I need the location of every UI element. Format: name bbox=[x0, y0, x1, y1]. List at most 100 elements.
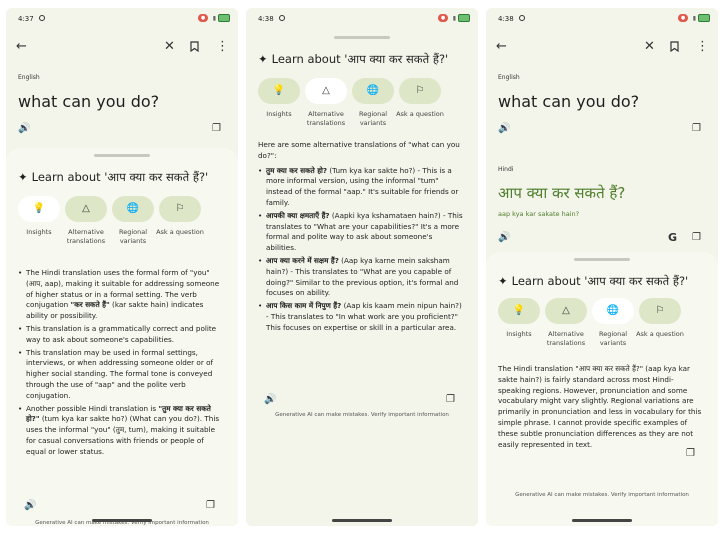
signal-icon: ▮ bbox=[692, 15, 696, 22]
list-item: This translation may be used in formal s… bbox=[18, 348, 224, 402]
shapes-icon: △ bbox=[82, 203, 90, 214]
source-text[interactable]: what can you do? bbox=[498, 92, 639, 111]
back-arrow-icon[interactable]: ← bbox=[496, 38, 507, 56]
ai-disclaimer: Generative AI can make mistakes. Verify … bbox=[515, 492, 689, 498]
speaker-icon[interactable]: 🔊 bbox=[24, 500, 36, 511]
signal-icon: ▮ bbox=[452, 15, 456, 22]
bookmark-icon[interactable] bbox=[670, 38, 679, 56]
ai-disclaimer: Generative AI can make mistakes. Verify … bbox=[275, 412, 449, 418]
learn-title-text: Learn about 'आप क्या कर सकते हैं?' bbox=[271, 52, 449, 66]
copy-icon[interactable]: ❐ bbox=[212, 123, 221, 134]
speaker-icon[interactable]: 🔊 bbox=[498, 232, 510, 243]
chip-alternative-label: Alternative translations bbox=[66, 228, 106, 245]
list-item: आप क्या करने में सक्षम हैं? (Aap kya kar… bbox=[258, 256, 464, 299]
learn-title-text: Learn about 'आप क्या कर सकते हैं?' bbox=[31, 170, 209, 184]
battery-icon bbox=[458, 14, 470, 22]
chip-ask-label: Ask a question bbox=[396, 110, 444, 118]
phone-screen-alternatives: 4:38 ● ▮ ✦ Learn about 'आप क्या कर सकते ह… bbox=[246, 8, 478, 526]
chip-alternative-translations[interactable]: △ bbox=[65, 196, 107, 222]
chip-alternative-label: Alternative translations bbox=[306, 110, 346, 127]
list-item: तुम क्या कर सकते हो? (Tum kya kar sakte … bbox=[258, 166, 464, 209]
speaker-icon[interactable]: 🔊 bbox=[264, 394, 276, 405]
signal-icon: ▮ bbox=[212, 15, 216, 22]
target-language-label: Hindi bbox=[498, 166, 514, 173]
drag-handle[interactable] bbox=[334, 36, 390, 39]
learn-bottom-sheet: ✦ Learn about 'आप क्या कर सकते हैं?' 💡 In… bbox=[246, 30, 478, 526]
lightbulb-icon: 💡 bbox=[512, 305, 526, 316]
status-circle-icon bbox=[39, 15, 45, 21]
drag-handle[interactable] bbox=[94, 154, 150, 157]
chat-flag-icon: ⚐ bbox=[175, 203, 185, 214]
globe-icon: 🌐 bbox=[126, 203, 140, 214]
sparkle-icon: ✦ bbox=[258, 52, 268, 66]
shapes-icon: △ bbox=[322, 85, 330, 96]
copy-icon[interactable]: ❐ bbox=[692, 123, 701, 134]
chip-insights-label: Insights bbox=[26, 228, 52, 236]
sparkle-icon: ✦ bbox=[498, 274, 508, 288]
chip-alternative-translations[interactable]: △ bbox=[305, 78, 347, 104]
list-item: This translation is a grammatically corr… bbox=[18, 324, 224, 346]
chip-regional-label: Regional variants bbox=[358, 110, 388, 127]
chat-flag-icon: ⚐ bbox=[415, 85, 425, 96]
bookmark-icon[interactable] bbox=[190, 38, 199, 56]
close-icon[interactable]: ✕ bbox=[164, 38, 175, 56]
status-circle-icon bbox=[519, 15, 525, 21]
chip-ask-label: Ask a question bbox=[636, 330, 684, 338]
google-icon[interactable]: G bbox=[668, 231, 677, 244]
gesture-nav-bar[interactable] bbox=[572, 519, 632, 522]
globe-icon: 🌐 bbox=[366, 85, 380, 96]
gesture-nav-bar[interactable] bbox=[332, 519, 392, 522]
more-vert-icon[interactable]: ⋮ bbox=[696, 38, 709, 56]
more-vert-icon[interactable]: ⋮ bbox=[216, 38, 229, 56]
speaker-icon[interactable]: 🔊 bbox=[18, 123, 30, 134]
chip-alternative-translations[interactable]: △ bbox=[545, 298, 587, 324]
record-icon: ● bbox=[438, 14, 448, 22]
learn-title: ✦ Learn about 'आप क्या कर सकते हैं?' bbox=[498, 274, 688, 289]
learn-title: ✦ Learn about 'आप क्या कर सकते हैं?' bbox=[258, 52, 448, 67]
sparkle-icon: ✦ bbox=[18, 170, 28, 184]
status-time: 4:38 bbox=[498, 15, 514, 23]
copy-icon[interactable]: ❐ bbox=[206, 500, 215, 511]
chip-insights[interactable]: 💡 bbox=[18, 196, 60, 222]
chip-ask-question[interactable]: ⚐ bbox=[399, 78, 441, 104]
back-arrow-icon[interactable]: ← bbox=[16, 38, 27, 56]
close-icon[interactable]: ✕ bbox=[644, 38, 655, 56]
target-text: आप क्या कर सकते हैं? bbox=[498, 184, 626, 202]
chip-insights-label: Insights bbox=[506, 330, 532, 338]
copy-icon[interactable]: ❐ bbox=[686, 448, 695, 459]
chip-regional-variants[interactable]: 🌐 bbox=[592, 298, 634, 324]
top-app-bar: ← ✕ ⋮ bbox=[486, 36, 718, 60]
top-app-bar: ← ✕ ⋮ bbox=[6, 36, 238, 60]
gesture-nav-bar[interactable] bbox=[92, 519, 152, 522]
copy-icon[interactable]: ❐ bbox=[446, 394, 455, 405]
chip-insights[interactable]: 💡 bbox=[498, 298, 540, 324]
chip-ask-question[interactable]: ⚐ bbox=[159, 196, 201, 222]
status-bar: 4:37 ● ▮ bbox=[6, 13, 238, 27]
chip-ask-label: Ask a question bbox=[156, 228, 204, 236]
list-item: आपकी क्या क्षमताएँ हैं? (Aapki kya ksham… bbox=[258, 211, 464, 254]
status-bar: 4:38 ● ▮ bbox=[246, 13, 478, 27]
chip-regional-variants[interactable]: 🌐 bbox=[112, 196, 154, 222]
source-language-label: English bbox=[18, 74, 40, 81]
regional-body: The Hindi translation "आप क्या कर सकते ह… bbox=[498, 364, 702, 449]
learn-bottom-sheet: ✦ Learn about 'आप क्या कर सकते हैं?' 💡 In… bbox=[6, 148, 238, 526]
chat-flag-icon: ⚐ bbox=[655, 305, 665, 316]
speaker-icon[interactable]: 🔊 bbox=[498, 123, 510, 134]
copy-icon[interactable]: ❐ bbox=[692, 232, 701, 243]
phone-screen-insights: 4:37 ● ▮ ← ✕ ⋮ English what can you do? … bbox=[6, 8, 238, 526]
chip-insights-label: Insights bbox=[266, 110, 292, 118]
chip-regional-variants[interactable]: 🌐 bbox=[352, 78, 394, 104]
drag-handle[interactable] bbox=[574, 258, 630, 261]
transliteration: aap kya kar sakate hain? bbox=[498, 210, 580, 218]
chip-ask-question[interactable]: ⚐ bbox=[639, 298, 681, 324]
record-icon: ● bbox=[198, 14, 208, 22]
lightbulb-icon: 💡 bbox=[272, 85, 286, 96]
status-bar: 4:38 ● ▮ bbox=[486, 13, 718, 27]
source-text[interactable]: what can you do? bbox=[18, 92, 159, 111]
insights-body: The Hindi translation uses the formal fo… bbox=[18, 268, 224, 460]
list-item: आप किस काम में निपुण हैं? (Aap kis kaam … bbox=[258, 301, 464, 333]
learn-title-text: Learn about 'आप क्या कर सकते हैं?' bbox=[511, 274, 689, 288]
chip-insights[interactable]: 💡 bbox=[258, 78, 300, 104]
chip-regional-label: Regional variants bbox=[598, 330, 628, 347]
globe-icon: 🌐 bbox=[606, 305, 620, 316]
